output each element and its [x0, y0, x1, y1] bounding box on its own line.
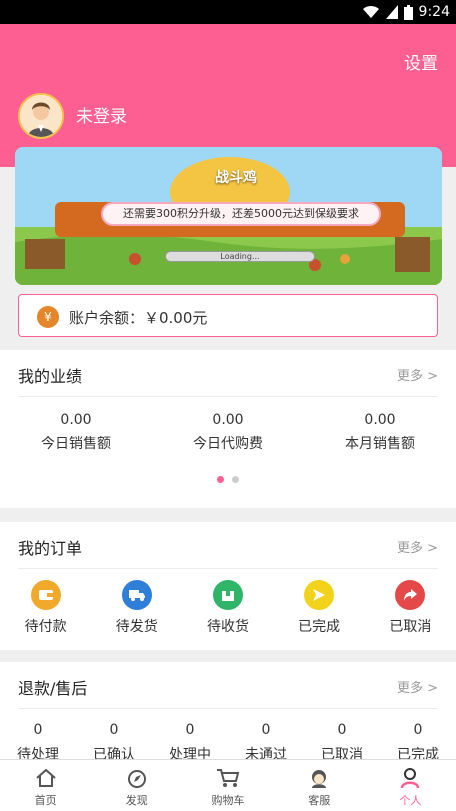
- order-label: 待发货: [115, 619, 158, 635]
- order-pending-receipt[interactable]: 待收货: [193, 580, 263, 636]
- cart-icon: [182, 766, 273, 790]
- refund-label: 未通过: [245, 747, 287, 759]
- order-status-row: 待付款 待发货 待收货 已完成 已取消: [0, 580, 456, 636]
- refunds-header: 退款/售后 更多 >: [18, 662, 438, 709]
- pager-dot-active[interactable]: [217, 476, 224, 483]
- orders-more-link[interactable]: 更多 >: [397, 537, 438, 556]
- status-bar: 9:24: [0, 0, 456, 24]
- refunds-title: 退款/售后: [18, 679, 88, 698]
- stat-label: 今日销售额: [41, 436, 111, 452]
- order-label: 待付款: [24, 619, 67, 635]
- tab-profile[interactable]: 个人: [365, 760, 456, 811]
- performance-stats: 0.00 今日销售额 0.00 今日代购费 0.00 本月销售额: [0, 412, 456, 453]
- order-pending-payment[interactable]: 待付款: [11, 580, 81, 636]
- refunds-more-link[interactable]: 更多 >: [397, 677, 438, 696]
- performance-section: 我的业绩 更多 > 0.00 今日销售额 0.00 今日代购费 0.00 本月销…: [0, 350, 456, 508]
- package-icon: [212, 580, 243, 610]
- profile-icon: [365, 766, 456, 790]
- refund-count: 0: [109, 722, 119, 738]
- stat-value: 0.00: [212, 412, 244, 428]
- refund-count: 0: [185, 722, 195, 738]
- battery-icon: [403, 4, 413, 20]
- user-avatar-icon: [20, 95, 62, 137]
- tab-label: 购物车: [211, 794, 245, 807]
- truck-icon: [121, 580, 152, 610]
- performance-more-link[interactable]: 更多 >: [397, 365, 438, 384]
- wallet-icon: [30, 580, 61, 610]
- performance-title: 我的业绩: [18, 367, 83, 386]
- stat-today-sales[interactable]: 0.00 今日销售额: [0, 412, 152, 453]
- stat-value: 0.00: [364, 412, 396, 428]
- send-icon: [304, 580, 335, 610]
- refund-rejected[interactable]: 0 未通过: [231, 722, 301, 759]
- status-icons: 9:24: [362, 3, 450, 21]
- order-label: 待收货: [206, 619, 249, 635]
- refund-pending[interactable]: 0 待处理: [3, 722, 73, 759]
- refunds-section: 退款/售后 更多 > 0 待处理 0 已确认 0 处理中 0 未通过 0 已取消…: [0, 662, 456, 759]
- balance-label: 账户余额：￥0.00元: [69, 309, 208, 327]
- stat-label: 本月销售额: [345, 436, 415, 452]
- account-balance[interactable]: ¥ 账户余额：￥0.00元: [18, 294, 438, 337]
- tab-cart[interactable]: 购物车: [182, 760, 273, 811]
- orders-section: 我的订单 更多 > 待付款 待发货 待收货 已完成 已取消: [0, 522, 456, 650]
- performance-header: 我的业绩 更多 >: [18, 350, 438, 397]
- level-banner[interactable]: 战斗鸡 还需要300积分升级，还差5000元达到保级要求 Loading...: [15, 147, 442, 285]
- refund-count: 0: [413, 722, 423, 738]
- orders-header: 我的订单 更多 >: [18, 522, 438, 569]
- tab-discover[interactable]: 发现: [91, 760, 182, 811]
- refund-label: 已取消: [321, 747, 363, 759]
- order-cancelled[interactable]: 已取消: [375, 580, 445, 636]
- order-pending-shipment[interactable]: 待发货: [102, 580, 172, 636]
- refund-confirmed[interactable]: 0 已确认: [79, 722, 149, 759]
- banner-loading-bar: Loading...: [165, 251, 315, 262]
- pager-dots: [217, 476, 239, 483]
- signal-icon: [385, 5, 398, 19]
- status-time: 9:24: [418, 4, 450, 20]
- settings-button[interactable]: 设置: [404, 49, 438, 74]
- tab-label: 客服: [308, 794, 331, 807]
- refund-count: 0: [261, 722, 271, 738]
- login-label[interactable]: 未登录: [76, 102, 127, 127]
- tab-service[interactable]: 客服: [274, 760, 365, 811]
- refund-label: 处理中: [169, 747, 211, 759]
- stat-label: 今日代购费: [193, 436, 263, 452]
- refund-processing[interactable]: 0 处理中: [155, 722, 225, 759]
- service-icon: [274, 766, 365, 790]
- discover-icon: [91, 766, 182, 790]
- refund-completed[interactable]: 0 已完成: [383, 722, 453, 759]
- tab-label: 首页: [34, 794, 57, 807]
- banner-message: 还需要300积分升级，还差5000元达到保级要求: [101, 202, 381, 226]
- refund-count: 0: [33, 722, 43, 738]
- refund-label: 已完成: [397, 747, 439, 759]
- bottom-tab-bar: 首页 发现 购物车 客服 个人: [0, 759, 456, 811]
- stat-month-sales[interactable]: 0.00 本月销售额: [304, 412, 456, 453]
- balance-icon: ¥: [37, 306, 59, 328]
- refund-label: 待处理: [17, 747, 59, 759]
- share-icon: [395, 580, 426, 610]
- banner-title: 战斗鸡: [215, 170, 257, 186]
- order-label: 已完成: [298, 619, 341, 635]
- order-label: 已取消: [389, 619, 432, 635]
- tab-label: 发现: [125, 794, 148, 807]
- tab-home[interactable]: 首页: [0, 760, 91, 811]
- refund-status-row: 0 待处理 0 已确认 0 处理中 0 未通过 0 已取消 0 已完成: [0, 722, 456, 759]
- profile-header: 设置 未登录: [0, 24, 456, 167]
- stat-today-fee[interactable]: 0.00 今日代购费: [152, 412, 304, 453]
- wifi-icon: [362, 5, 379, 18]
- avatar[interactable]: [18, 93, 64, 139]
- order-completed[interactable]: 已完成: [284, 580, 354, 636]
- refund-count: 0: [337, 722, 347, 738]
- refund-label: 已确认: [93, 747, 135, 759]
- tab-label: 个人: [399, 794, 422, 807]
- stat-value: 0.00: [60, 412, 92, 428]
- home-icon: [0, 766, 91, 790]
- orders-title: 我的订单: [18, 539, 83, 558]
- refund-cancelled[interactable]: 0 已取消: [307, 722, 377, 759]
- pager-dot[interactable]: [232, 476, 239, 483]
